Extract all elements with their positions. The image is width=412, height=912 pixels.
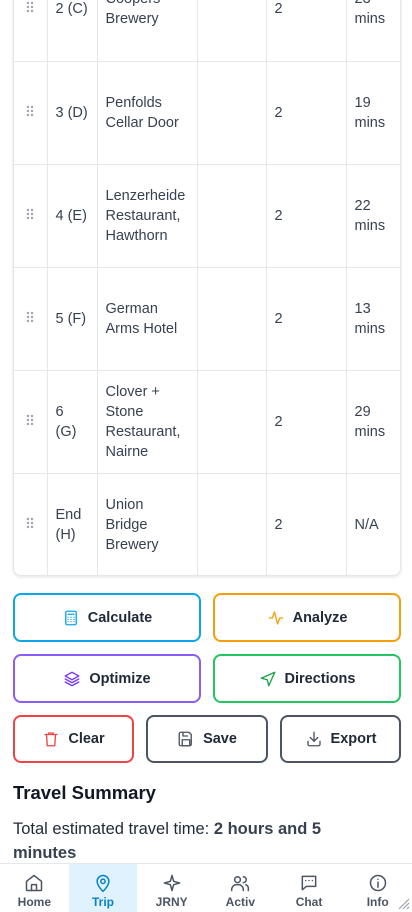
info-icon xyxy=(369,874,386,892)
nav-trip[interactable]: Trip xyxy=(68,864,138,912)
nav-jrny-label: JRNY xyxy=(155,895,188,909)
table-row[interactable]: 6 (G) Clover + Stone Restaurant, Nairne … xyxy=(14,370,400,474)
nav-home[interactable]: Home xyxy=(0,864,69,912)
save-label: Save xyxy=(203,731,237,747)
clear-label: Clear xyxy=(68,731,105,747)
optimize-button[interactable]: Optimize xyxy=(13,654,201,703)
export-button[interactable]: Export xyxy=(280,715,401,763)
calculate-button[interactable]: Calculate xyxy=(13,593,201,642)
empty-cell xyxy=(197,164,267,268)
stops-table: 2 (C) Coopers Brewery 2 23 mins 3 (D) Pe… xyxy=(13,0,401,576)
stop-count: 2 xyxy=(266,61,347,165)
sparkle-icon xyxy=(163,874,180,892)
stop-count: 2 xyxy=(266,0,347,62)
stop-count: 2 xyxy=(266,164,347,268)
empty-cell xyxy=(197,0,267,62)
table-row[interactable]: 5 (F) German Arms Hotel 2 13 mins xyxy=(14,267,400,371)
travel-time: 29 mins xyxy=(346,370,400,474)
optimize-label: Optimize xyxy=(89,670,151,687)
stop-label: 5 (F) xyxy=(47,267,98,371)
calculate-label: Calculate xyxy=(87,609,153,626)
travel-time: 19 mins xyxy=(346,61,400,165)
nav-trip-label: Trip xyxy=(92,895,115,909)
travel-time: 22 mins xyxy=(346,164,400,268)
clear-button[interactable]: Clear xyxy=(13,715,134,763)
trash-icon xyxy=(44,732,59,747)
empty-cell xyxy=(197,267,267,371)
bottom-nav: Home Trip JRNY Activ Chat Info xyxy=(0,863,412,912)
stop-label: 3 (D) xyxy=(47,61,98,165)
travel-time: 23 mins xyxy=(346,0,400,62)
nav-activ[interactable]: Activ xyxy=(206,864,275,912)
analyze-label: Analyze xyxy=(292,609,348,626)
summary-prefix: Total estimated travel time: xyxy=(13,820,214,838)
table-row[interactable]: 2 (C) Coopers Brewery 2 23 mins xyxy=(14,0,400,62)
table-row[interactable]: 4 (E) Lenzerheide Restaurant, Hawthorn 2… xyxy=(14,164,400,268)
navigation-icon xyxy=(260,671,275,686)
activity-icon xyxy=(268,610,284,625)
stop-name: Clover + Stone Restaurant, Nairne xyxy=(97,370,198,474)
stop-name: Penfolds Cellar Door xyxy=(97,61,198,165)
directions-label: Directions xyxy=(284,670,356,687)
drag-handle-icon[interactable] xyxy=(14,370,48,474)
users-icon xyxy=(231,876,250,892)
export-label: Export xyxy=(330,731,377,747)
nav-activ-label: Activ xyxy=(225,895,256,909)
drag-handle-icon[interactable] xyxy=(14,0,48,62)
empty-cell xyxy=(197,473,267,575)
travel-summary-text: Total estimated travel time: 2 hours and… xyxy=(13,817,373,865)
travel-summary-heading: Travel Summary xyxy=(13,782,156,803)
stop-label: 2 (C) xyxy=(47,0,98,62)
empty-cell xyxy=(197,370,267,474)
table-row[interactable]: End (H) Union Bridge Brewery 2 N/A xyxy=(14,473,400,575)
nav-jrny[interactable]: JRNY xyxy=(137,864,206,912)
save-icon xyxy=(178,731,192,747)
map-pin-icon xyxy=(96,874,110,893)
stop-name: Union Bridge Brewery xyxy=(97,473,198,575)
drag-handle-icon[interactable] xyxy=(14,267,48,371)
trip-page: 2 (C) Coopers Brewery 2 23 mins 3 (D) Pe… xyxy=(0,0,412,912)
stop-label: 6 (G) xyxy=(47,370,98,474)
stop-name: Lenzerheide Restaurant, Hawthorn xyxy=(97,164,198,268)
nav-home-label: Home xyxy=(17,895,51,909)
nav-chat-label: Chat xyxy=(295,895,323,909)
stop-label: End (H) xyxy=(47,473,98,575)
save-button[interactable]: Save xyxy=(146,715,268,763)
drag-handle-icon[interactable] xyxy=(14,473,48,575)
nav-chat[interactable]: Chat xyxy=(275,864,344,912)
drag-handle-icon[interactable] xyxy=(14,61,48,165)
travel-time: N/A xyxy=(354,516,379,533)
home-icon xyxy=(26,874,43,892)
directions-button[interactable]: Directions xyxy=(213,654,401,703)
stop-label: 4 (E) xyxy=(47,164,98,268)
stop-count: 2 xyxy=(266,473,347,575)
drag-handle-icon[interactable] xyxy=(14,164,48,268)
table-row[interactable]: 3 (D) Penfolds Cellar Door 2 19 mins xyxy=(14,61,400,165)
layers-icon xyxy=(64,671,80,686)
download-icon xyxy=(306,731,321,747)
chat-icon xyxy=(301,875,317,891)
analyze-button[interactable]: Analyze xyxy=(213,593,401,642)
empty-cell xyxy=(197,61,267,165)
travel-time: 13 mins xyxy=(346,267,400,371)
calculator-icon xyxy=(64,610,77,625)
stop-name: Coopers Brewery xyxy=(97,0,198,62)
stop-count: 2 xyxy=(266,267,347,371)
resize-handle-icon[interactable] xyxy=(396,896,410,910)
stop-name: German Arms Hotel xyxy=(97,267,198,371)
stop-count: 2 xyxy=(266,370,347,474)
nav-info-label: Info xyxy=(366,895,389,909)
